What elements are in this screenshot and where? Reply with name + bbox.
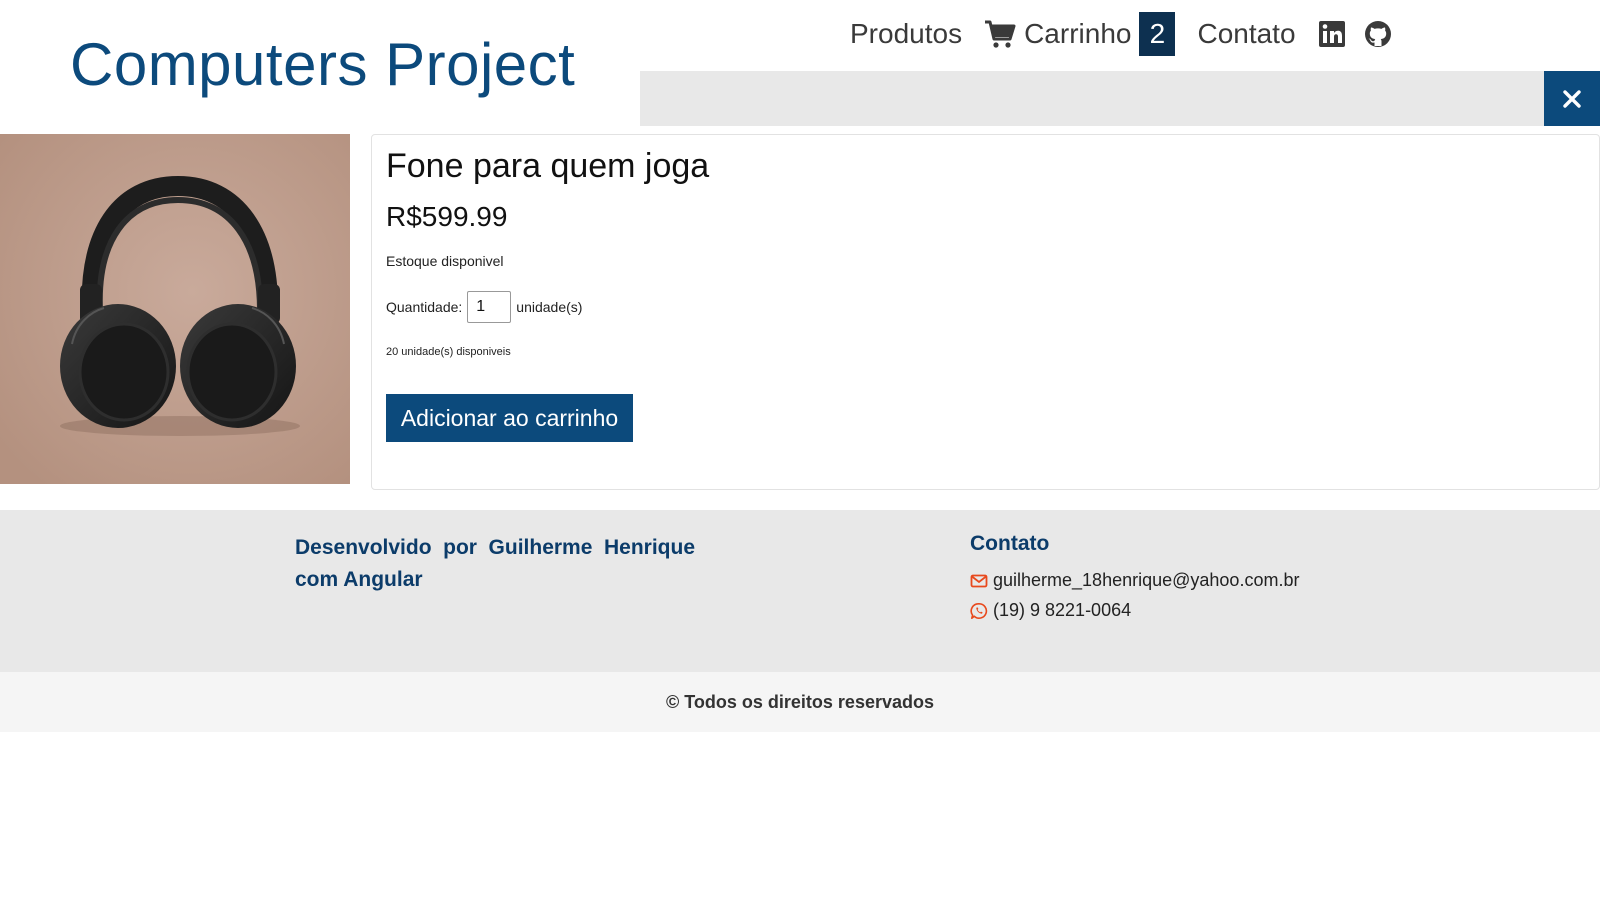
nav-cart-link[interactable]: Carrinho 2 [984,12,1176,56]
close-icon [1563,89,1581,108]
whatsapp-icon [970,602,988,619]
quantity-label: Quantidade: [386,299,463,315]
page: Computers Project Produtos Carrinho 2 Co… [0,0,1600,900]
close-search-button[interactable] [1544,71,1600,126]
footer-phone-text: (19) 9 8221-0064 [993,600,1132,620]
main-nav: Produtos Carrinho 2 Contato [850,10,1410,58]
quantity-row: Quantidade: unidade(s) [386,291,582,323]
quantity-unit: unidade(s) [516,299,583,315]
github-icon[interactable] [1364,20,1392,48]
product-price: R$599.99 [386,201,508,232]
footer-email-text[interactable]: guilherme_18henrique@yahoo.com.br [993,570,1299,591]
footer-developed-by: Desenvolvido por Guilherme Henrique com … [295,536,695,591]
nav-products-link[interactable]: Produtos [850,18,962,50]
add-to-cart-button[interactable]: Adicionar ao carrinho [386,394,633,442]
copyright-text: © Todos os direitos reservados [665,691,934,712]
available-units: 20 unidade(s) disponiveis [386,346,511,358]
footer-email: guilherme_18henrique@yahoo.com.br [970,570,1299,591]
product-title: Fone para quem joga [386,147,710,185]
cart-icon [985,20,1016,48]
nav-cart-label: Carrinho [1024,18,1132,49]
footer: Desenvolvido por Guilherme Henrique com … [0,510,1600,672]
cart-count-badge: 2 [1139,12,1176,56]
envelope-icon [970,574,988,587]
search-input[interactable] [640,71,1544,126]
quantity-input[interactable] [467,291,512,323]
copyright-bar: © Todos os direitos reservados [0,672,1600,732]
product-image [0,134,350,484]
stock-status: Estoque disponivel [386,253,504,269]
headphones-illustration [0,134,350,484]
footer-contact-title: Contato [970,532,1050,555]
linkedin-icon[interactable] [1318,20,1346,48]
product-details-card: Fone para quem joga R$599.99 Estoque dis… [371,134,1600,490]
site-brand[interactable]: Computers Project [70,30,575,99]
nav-contact-link[interactable]: Contato [1197,18,1295,50]
footer-phone: (19) 9 8221-0064 [970,600,1131,621]
